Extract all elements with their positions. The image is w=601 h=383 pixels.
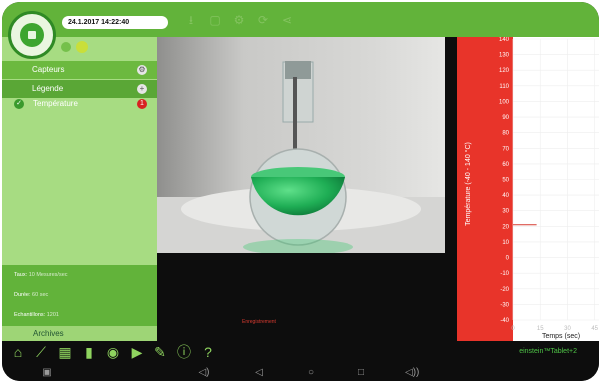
y-tick-label: 30 bbox=[502, 209, 509, 215]
sensor-label: Température bbox=[33, 99, 78, 108]
y-tick-label: 60 bbox=[502, 162, 509, 168]
archives-tab[interactable]: Archives bbox=[2, 326, 157, 341]
video-preview[interactable] bbox=[157, 37, 445, 253]
table-icon[interactable]: ▦ bbox=[57, 344, 73, 360]
chart-svg: 1401301201101009080706050403020100-10-20… bbox=[457, 37, 599, 341]
bar-chart-icon[interactable]: ▮ bbox=[81, 344, 97, 360]
y-tick-label: -30 bbox=[500, 302, 509, 308]
recording-status: Enregistrement bbox=[242, 319, 276, 325]
y-tick-label: 10 bbox=[502, 240, 509, 246]
bottom-toolbar: ⌂ ⟋ ▦ ▮ ◉ ▶ ✎ ⓘ ? einstein™Tablet+2 bbox=[2, 341, 599, 364]
info-samples: Echantillons: 1201 bbox=[14, 312, 59, 318]
download-icon[interactable]: ⭳ bbox=[184, 13, 198, 27]
home-nav-icon[interactable]: ○ bbox=[304, 366, 318, 379]
legende-add-icon[interactable]: + bbox=[137, 84, 147, 94]
status-dot-icon bbox=[76, 41, 88, 53]
y-tick-label: 90 bbox=[502, 115, 509, 121]
pen-icon[interactable]: ✎ bbox=[152, 344, 168, 360]
video-camera-icon[interactable]: ▶ bbox=[129, 344, 145, 360]
screenshot-frame: 24.1.2017 14:22:40 ⭳ ▢ ⚙ ⟳ ⋖ Capteurs ⚙ … bbox=[0, 0, 601, 383]
y-tick-label: -10 bbox=[500, 271, 509, 277]
y-tick-label: 110 bbox=[499, 84, 509, 90]
status-dot-icon bbox=[61, 42, 71, 52]
y-tick-label: 140 bbox=[499, 37, 510, 43]
stop-icon bbox=[20, 23, 44, 47]
capteurs-settings-icon[interactable]: ⚙ bbox=[137, 65, 147, 75]
y-tick-label: 20 bbox=[502, 224, 509, 230]
x-tick-label: 0 bbox=[511, 326, 515, 332]
sidebar: Capteurs ⚙ Légende + ✓ Température 1 Tau… bbox=[2, 37, 157, 341]
x-tick-label: 30 bbox=[564, 326, 571, 332]
sidebar-item-temperature[interactable]: ✓ Température 1 bbox=[2, 95, 157, 113]
back-icon[interactable]: ◁ bbox=[252, 366, 266, 379]
sensor-count-badge: 1 bbox=[137, 99, 147, 109]
y-tick-label: -40 bbox=[500, 318, 509, 324]
y-tick-label: 70 bbox=[502, 146, 509, 152]
share-icon[interactable]: ⋖ bbox=[280, 13, 294, 27]
info-panel: Taux: 10 Mesures/sec Durée: 60 sec Echan… bbox=[2, 265, 157, 327]
flask-image bbox=[157, 37, 445, 253]
y-tick-label: 50 bbox=[502, 178, 509, 184]
y-tick-label: 120 bbox=[499, 68, 510, 74]
x-tick-label: 45 bbox=[591, 326, 598, 332]
temperature-chart[interactable]: 140 130 120 110 100 90 80 70 60 50 40 30 20 10 0 -10 -20… bbox=[457, 37, 599, 341]
capteurs-header[interactable]: Capteurs ⚙ bbox=[2, 61, 157, 79]
datetime-field[interactable]: 24.1.2017 14:22:40 bbox=[62, 16, 168, 29]
home-icon[interactable]: ⌂ bbox=[10, 344, 26, 360]
record-button[interactable] bbox=[8, 11, 56, 59]
info-icon[interactable]: ⓘ bbox=[176, 344, 192, 360]
refresh-icon[interactable]: ⟳ bbox=[256, 13, 270, 27]
help-icon[interactable]: ? bbox=[200, 344, 216, 360]
compass-icon[interactable]: ◉ bbox=[105, 344, 121, 360]
y-tick-label: 130 bbox=[499, 53, 510, 59]
save-icon[interactable]: ▢ bbox=[208, 13, 222, 27]
archives-label: Archives bbox=[33, 329, 64, 338]
settings-icon[interactable]: ⚙ bbox=[232, 13, 246, 27]
check-icon: ✓ bbox=[14, 99, 24, 109]
x-axis-label: Temps (sec) bbox=[542, 333, 580, 340]
y-tick-label: 40 bbox=[502, 193, 509, 199]
brand-label: einstein™Tablet+2 bbox=[519, 348, 577, 355]
volume-down-icon[interactable]: ◁) bbox=[197, 366, 211, 379]
y-tick-label: -20 bbox=[500, 287, 509, 293]
x-tick-label: 15 bbox=[537, 326, 544, 332]
graph-icon[interactable]: ⟋ bbox=[33, 344, 49, 360]
screenshot-icon[interactable]: ▣ bbox=[40, 366, 54, 379]
y-axis-label: Température (-40 - 140 °C) bbox=[464, 142, 472, 226]
tablet-screen: 24.1.2017 14:22:40 ⭳ ▢ ⚙ ⟳ ⋖ Capteurs ⚙ … bbox=[2, 2, 599, 381]
recents-icon[interactable]: □ bbox=[354, 366, 368, 379]
info-rate: Taux: 10 Mesures/sec bbox=[14, 272, 68, 278]
top-bar: 24.1.2017 14:22:40 ⭳ ▢ ⚙ ⟳ ⋖ bbox=[2, 2, 599, 37]
android-navbar: ▣ ◁) ◁ ○ □ ◁)) bbox=[2, 364, 599, 381]
capteurs-label: Capteurs bbox=[32, 65, 65, 74]
info-duration: Durée: 60 sec bbox=[14, 292, 49, 298]
y-tick-label: 80 bbox=[502, 131, 509, 137]
y-tick-label: 100 bbox=[499, 99, 510, 105]
volume-up-icon[interactable]: ◁)) bbox=[405, 366, 419, 379]
